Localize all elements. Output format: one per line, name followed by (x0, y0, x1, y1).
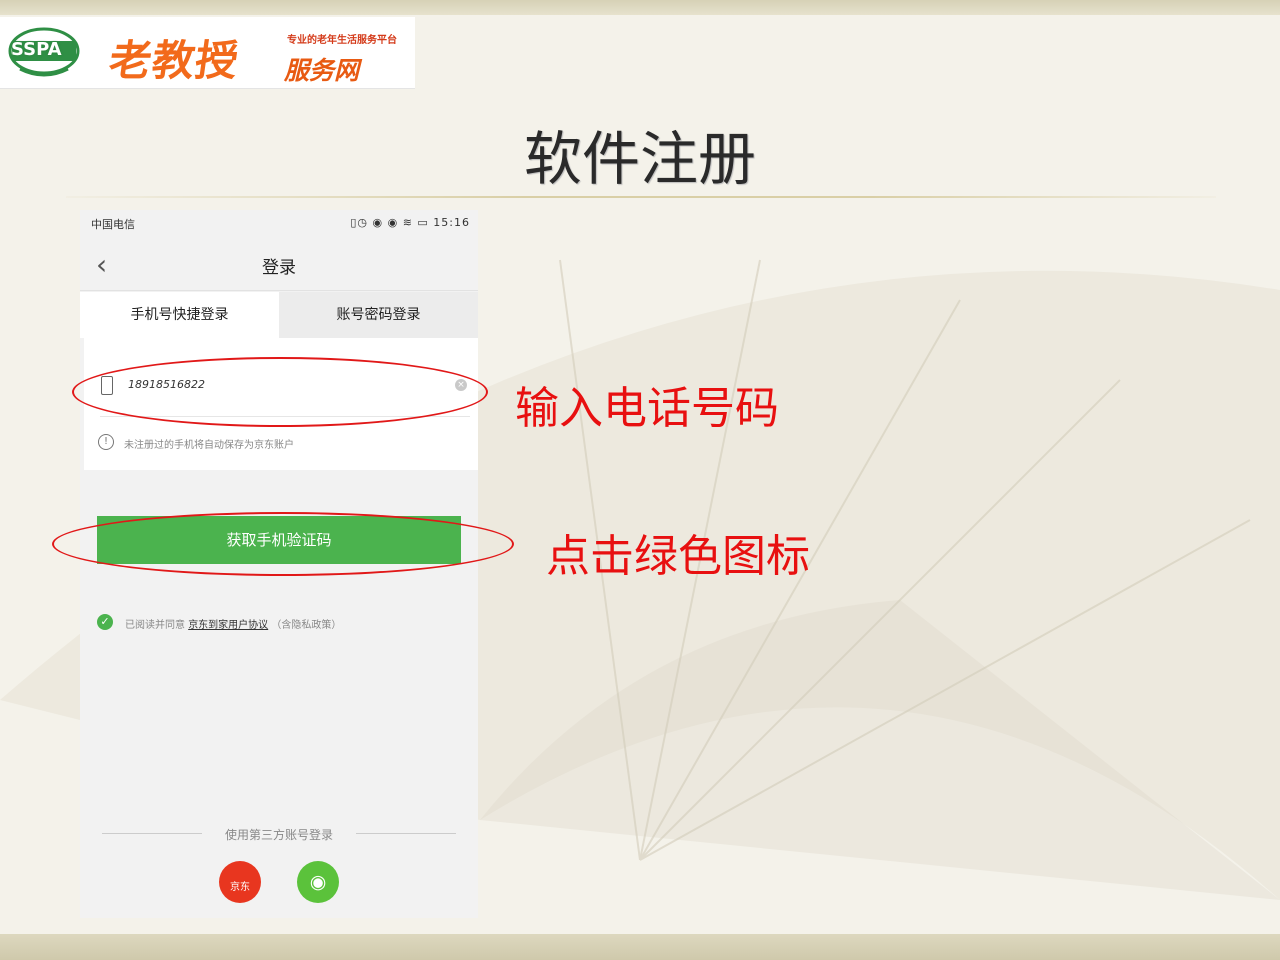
brand-suffix: 服务网 (284, 56, 360, 85)
agreement-prefix: 已阅读并同意 (125, 620, 185, 631)
registration-notice: 未注册过的手机将自动保存为京东账户 (124, 440, 294, 451)
badge-text: SSPA (11, 39, 62, 60)
tab-phone-quick-login[interactable]: 手机号快捷登录 (80, 292, 279, 338)
status-icons: ▯◷ ◉ ◉ ≋ ▭ 15:16 (350, 216, 470, 229)
nav-title: 登录 (262, 258, 296, 278)
phone-input-annotation: 输入电话号码 (515, 383, 779, 434)
status-bar: 中国电信 ▯◷ ◉ ◉ ≋ ▭ 15:16 (80, 210, 478, 238)
nav-bar: ‹ 登录 (80, 238, 478, 291)
agreement-row: ✓ 已阅读并同意 京东到家用户协议 （含隐私政策） (97, 614, 467, 632)
user-agreement-link[interactable]: 京东到家用户协议 (188, 620, 268, 631)
button-highlight-ellipse (52, 512, 514, 576)
wechat-login-icon[interactable]: ◉ (297, 861, 339, 903)
slide-title: 软件注册 (523, 125, 756, 193)
tab-password-login[interactable]: 账号密码登录 (279, 292, 478, 338)
jd-login-icon[interactable]: 京东 (219, 861, 261, 903)
brand-tagline: 专业的老年生活服务平台 (287, 35, 397, 46)
agreement-suffix: （含隐私政策） (271, 620, 342, 631)
third-party-login-label: 使用第三方账号登录 (224, 828, 333, 842)
divider-left (102, 833, 202, 834)
button-annotation: 点击绿色图标 (546, 531, 810, 582)
phone-input-highlight-ellipse (72, 357, 488, 427)
agreement-check-icon[interactable]: ✓ (97, 614, 113, 630)
info-icon: ! (98, 434, 114, 450)
brand-name: 老教授 (106, 36, 243, 85)
divider-right (356, 833, 456, 834)
title-divider (66, 196, 1216, 198)
jd-icon-label: 京东 (230, 882, 250, 893)
login-tabs: 手机号快捷登录 账号密码登录 (80, 292, 478, 338)
carrier-label: 中国电信 (91, 218, 135, 231)
bottom-decorative-band (0, 934, 1280, 960)
agreement-text: 已阅读并同意 京东到家用户协议 （含隐私政策） (125, 616, 341, 631)
site-logo: SSPA 老教授 专业的老年生活服务平台 服务网 (0, 17, 415, 89)
